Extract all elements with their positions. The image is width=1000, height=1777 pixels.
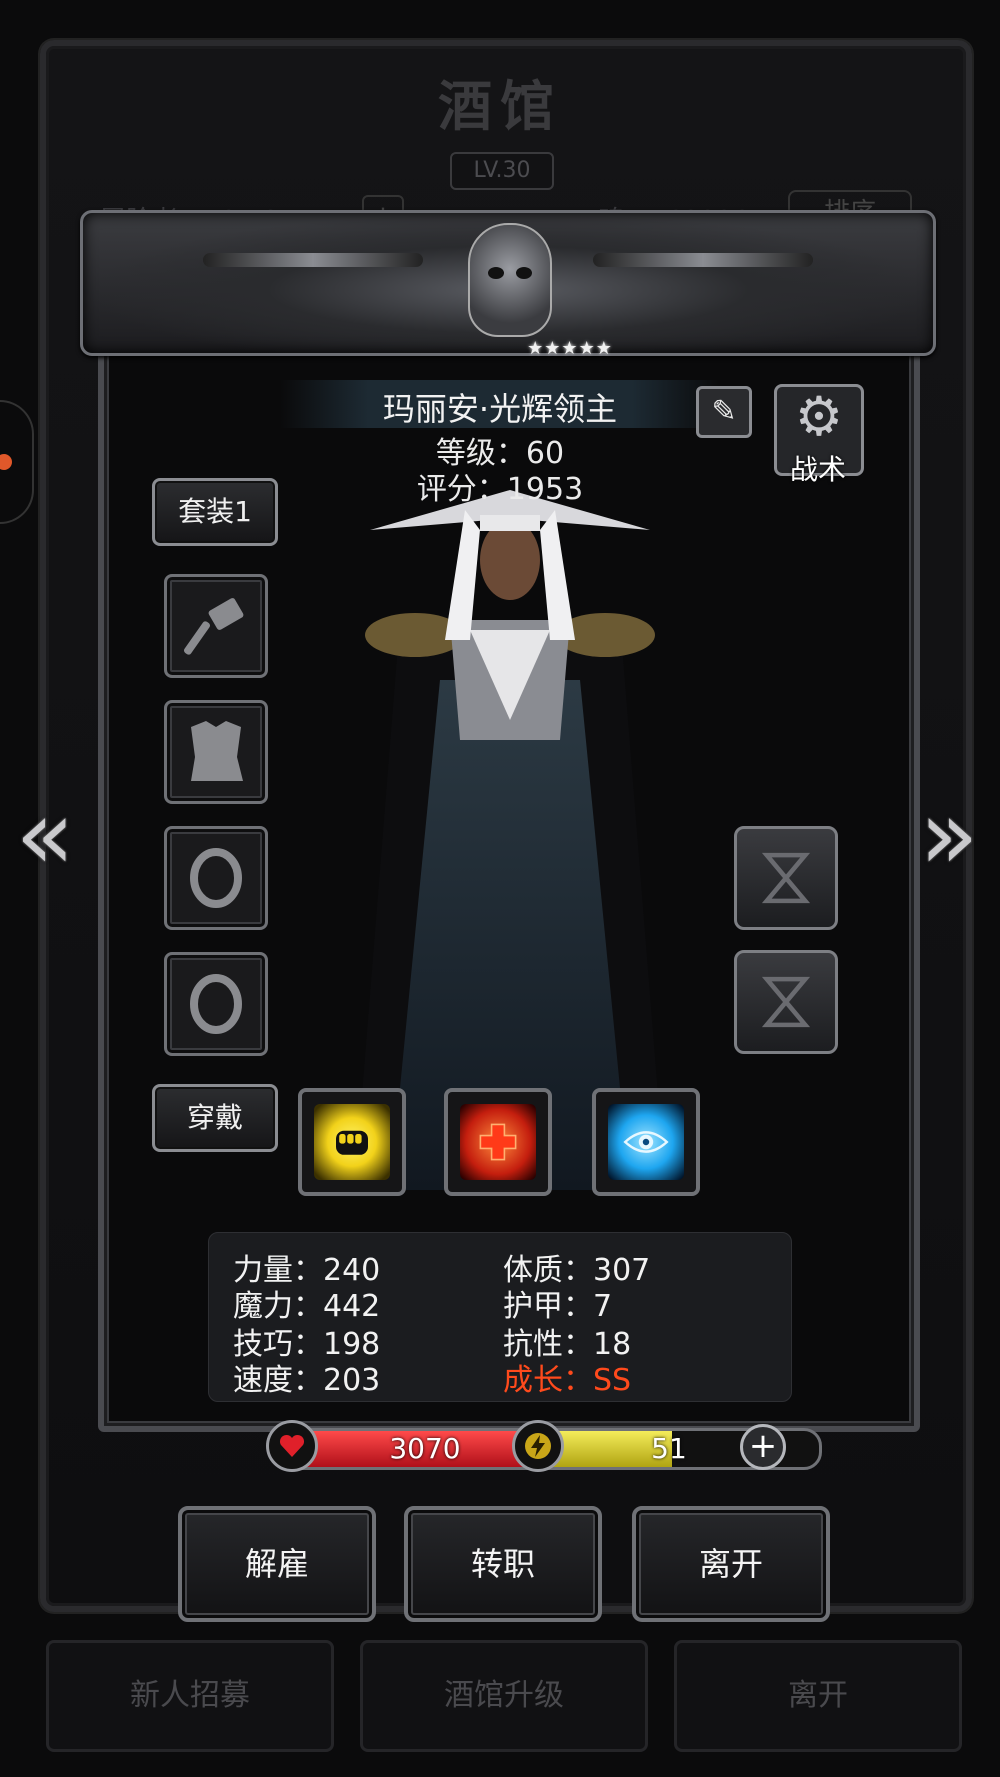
hero-score: 评分：1953 (416, 472, 584, 507)
job-change-button[interactable]: 转职 (404, 1506, 602, 1622)
armor-icon (191, 721, 243, 781)
armor-slot[interactable] (164, 700, 268, 804)
rename-button[interactable]: ✎ (696, 386, 752, 438)
weapon-slot[interactable] (164, 574, 268, 678)
hourglass-icon (761, 852, 811, 904)
ring-icon (190, 974, 242, 1034)
hero-star-rating: ★★★★★ (527, 338, 613, 359)
prev-hero-arrow-icon[interactable]: « (10, 787, 80, 883)
notification-dot-icon (0, 454, 12, 470)
edit-icon: ✎ (711, 394, 737, 429)
ring-slot-1[interactable] (164, 826, 268, 930)
tavern-level-badge: LV.30 (450, 152, 554, 190)
hammer-icon (184, 598, 244, 655)
hero-name: 玛丽安·光辉领主 (382, 390, 618, 428)
crest-ornament-right (593, 253, 813, 267)
hero-stats-panel: 力量：240 魔力：442 技巧：198 速度：203 体质：307 护甲：7 … (208, 1232, 792, 1402)
gear-icon: ⚙ (794, 385, 844, 448)
skull-emblem-icon (468, 223, 552, 337)
outfit-set-button[interactable]: 套装1 (152, 478, 278, 546)
rune-slot-1[interactable] (734, 826, 838, 930)
crest-ornament-left (203, 253, 423, 267)
fist-icon (314, 1104, 390, 1180)
tavern-title: 酒馆 (438, 74, 562, 138)
tavern-upgrade-button[interactable]: 酒馆升级 (360, 1640, 648, 1752)
eye-icon (608, 1104, 684, 1180)
lightning-icon (512, 1420, 564, 1472)
ring-slot-2[interactable] (164, 952, 268, 1056)
rune-slot-2[interactable] (734, 950, 838, 1054)
dismiss-button[interactable]: 解雇 (178, 1506, 376, 1622)
recruit-button[interactable]: 新人招募 (46, 1640, 334, 1752)
leave-button[interactable]: 离开 (632, 1506, 830, 1622)
dialog-crest (80, 210, 936, 356)
tavern-leave-button[interactable]: 离开 (674, 1640, 962, 1752)
ring-icon (190, 848, 242, 908)
stat-speed: 速度：203 (233, 1363, 381, 1398)
skill-slot-2[interactable] (444, 1088, 552, 1196)
add-energy-button[interactable]: + (740, 1424, 786, 1470)
hero-bars: 3070 51 + (84, 1416, 926, 1476)
skill-slot-3[interactable] (592, 1088, 700, 1196)
side-chat-handle[interactable] (0, 400, 34, 524)
equip-button[interactable]: 穿戴 (152, 1084, 278, 1152)
hourglass-icon (761, 976, 811, 1028)
skill-slot-1[interactable] (298, 1088, 406, 1196)
heal-cross-icon (460, 1104, 536, 1180)
stat-growth: 成长：SS (503, 1363, 632, 1398)
tactics-label: 战术 (789, 453, 846, 486)
heart-icon (266, 1420, 318, 1472)
